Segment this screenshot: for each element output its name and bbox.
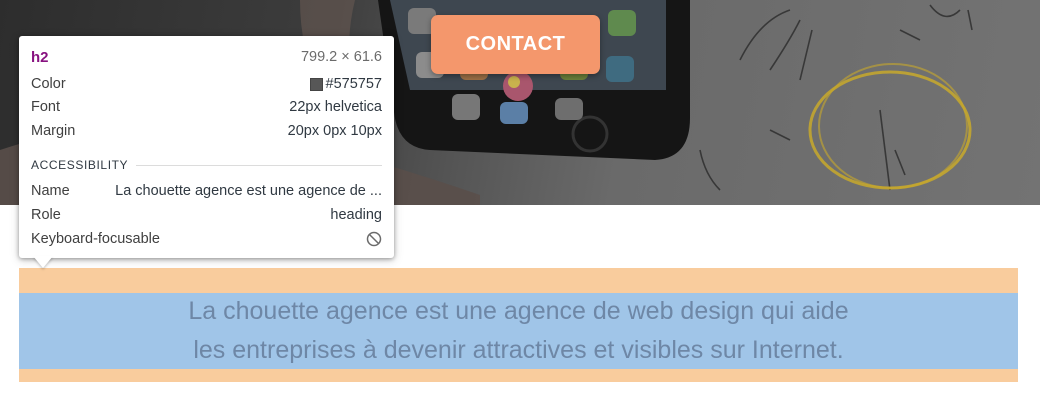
accessibility-title: ACCESSIBILITY [31, 158, 129, 172]
color-swatch [309, 77, 323, 91]
a11y-focus-row: Keyboard-focusable [31, 229, 382, 249]
a11y-name-row: Name La chouette agence est une agence d… [31, 181, 382, 201]
tooltip-arrow [33, 256, 53, 268]
a11y-name-value: La chouette agence est une agence de ... [115, 183, 382, 199]
margin-value: 20px 0px 10px [287, 123, 382, 139]
font-row: Font 22px helvetica [31, 97, 382, 117]
a11y-role-row: Role heading [31, 205, 382, 225]
a11y-role-label: Role [31, 207, 61, 223]
sketch-doodles [699, 4, 973, 191]
a11y-name-label: Name [31, 183, 70, 199]
section-divider [136, 164, 382, 166]
accessibility-header: ACCESSIBILITY [31, 157, 382, 173]
element-dimensions: 799.2 × 61.6 [300, 49, 382, 65]
margin-label: Margin [31, 123, 76, 139]
page-heading: La chouette agence est une agence de web… [19, 293, 1018, 369]
not-allowed-icon [366, 231, 382, 247]
font-label: Font [31, 99, 61, 115]
color-row: Color #575757 [31, 74, 382, 94]
contact-button[interactable]: CONTACT [431, 15, 600, 74]
font-value: 22px helvetica [289, 99, 382, 115]
element-tag: h2 [31, 48, 49, 66]
color-label: Color [31, 76, 66, 92]
color-value: #575757 [325, 76, 382, 92]
inspector-tooltip: h2 799.2 × 61.6 Color #575757 Font 22px … [19, 36, 394, 258]
element-summary: h2 799.2 × 61.6 [31, 47, 382, 67]
a11y-role-value: heading [330, 207, 382, 223]
margin-row: Margin 20px 0px 10px [31, 121, 382, 141]
a11y-focus-label: Keyboard-focusable [31, 231, 160, 247]
heading-line-2: les entreprises à devenir attractives et… [193, 336, 844, 364]
heading-line-1: La chouette agence est une agence de web… [188, 297, 849, 325]
